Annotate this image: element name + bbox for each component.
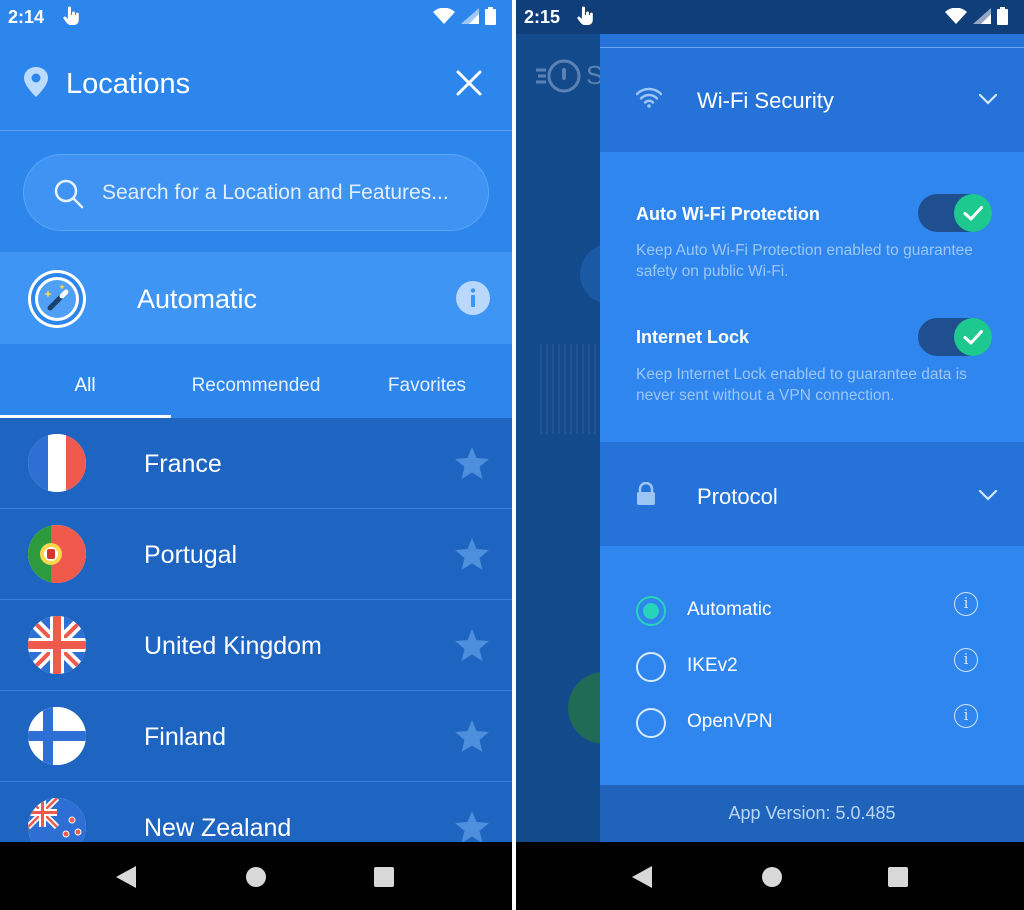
radio-button-selected[interactable]	[636, 596, 666, 626]
protocol-option-openvpn[interactable]: OpenVPN i	[600, 704, 1024, 744]
protocol-option-ikev2[interactable]: IKEv2 i	[600, 648, 1024, 688]
protocol-header[interactable]: Protocol	[600, 442, 1024, 546]
auto-wifi-protection-description: Keep Auto Wi-Fi Protection enabled to gu…	[636, 242, 973, 280]
tab-favorites[interactable]: Favorites	[342, 344, 512, 418]
cell-signal-icon	[461, 8, 479, 24]
wifi-icon	[635, 86, 663, 113]
chevron-down-icon[interactable]	[978, 488, 998, 506]
settings-panel: Wi-Fi Security Auto Wi-Fi Protection Kee…	[600, 34, 1024, 842]
panel-top-edge	[600, 34, 1024, 48]
portugal-flag-icon	[28, 525, 86, 583]
tab-all[interactable]: All	[0, 344, 170, 418]
tab-recommended[interactable]: Recommended	[171, 344, 341, 418]
wifi-security-header[interactable]: Wi-Fi Security	[600, 48, 1024, 152]
background-map	[540, 344, 600, 434]
locations-header: Locations	[0, 34, 512, 131]
system-icons	[433, 7, 496, 25]
back-icon[interactable]	[632, 866, 652, 893]
info-icon[interactable]: i	[954, 592, 978, 616]
star-icon[interactable]	[455, 538, 489, 575]
protocol-option-label: IKEv2	[687, 655, 738, 676]
star-icon[interactable]	[455, 447, 489, 484]
wifi-security-title: Wi-Fi Security	[697, 88, 834, 113]
list-item[interactable]: France	[0, 418, 512, 509]
battery-icon	[997, 7, 1008, 25]
chevron-down-icon[interactable]	[978, 92, 998, 110]
search-box[interactable]	[23, 154, 489, 231]
wifi-signal-icon	[433, 8, 455, 24]
lock-icon	[636, 481, 656, 511]
check-icon	[954, 318, 992, 356]
home-icon[interactable]	[246, 867, 266, 892]
united-kingdom-flag-icon	[28, 616, 86, 674]
list-item[interactable]: Finland	[0, 691, 512, 782]
protocol-option-automatic[interactable]: Automatic i	[600, 592, 1024, 632]
touch-hand-icon	[62, 6, 80, 31]
country-name: France	[144, 450, 222, 478]
app-version-text: App Version: 5.0.485	[728, 803, 896, 823]
protocol-option-label: OpenVPN	[687, 711, 773, 732]
locations-screen: 2:14 Locations Search for a Location and…	[0, 0, 512, 910]
status-bar: 2:14	[0, 0, 512, 34]
home-icon[interactable]	[762, 867, 782, 892]
recents-icon[interactable]	[888, 867, 908, 892]
search-area	[0, 131, 512, 252]
internet-lock-description: Keep Internet Lock enabled to guarantee …	[636, 366, 967, 404]
country-name: Portugal	[144, 541, 238, 569]
star-icon[interactable]	[455, 720, 489, 757]
recents-icon[interactable]	[374, 867, 394, 892]
france-flag-icon	[28, 434, 86, 492]
radio-button[interactable]	[636, 708, 666, 738]
info-icon[interactable]	[456, 281, 490, 320]
status-time: 2:15	[524, 7, 561, 27]
internet-lock-toggle[interactable]	[918, 318, 992, 356]
automatic-location-row[interactable]: Automatic	[0, 252, 512, 344]
country-list: France Portugal United Kingdom Finland N…	[0, 418, 512, 873]
status-bar: 2:15	[516, 0, 1024, 34]
protocol-title: Protocol	[697, 484, 778, 509]
cell-signal-icon	[973, 8, 991, 24]
system-icons	[945, 7, 1008, 25]
auto-wifi-protection-toggle[interactable]	[918, 194, 992, 232]
radio-button[interactable]	[636, 652, 666, 682]
list-item[interactable]: United Kingdom	[0, 600, 512, 691]
app-logo-icon	[536, 58, 582, 99]
android-nav-bar	[0, 842, 512, 910]
search-input[interactable]	[102, 175, 482, 211]
country-name: Finland	[144, 723, 226, 751]
close-icon[interactable]	[456, 70, 482, 101]
settings-screen: 2:15 S Wi-Fi Security Auto Wi-Fi Protect…	[516, 0, 1024, 910]
internet-lock-label: Internet Lock	[636, 327, 750, 347]
finland-flag-icon	[28, 707, 86, 765]
wifi-signal-icon	[945, 8, 967, 24]
auto-wifi-protection-label: Auto Wi-Fi Protection	[636, 204, 820, 224]
info-icon[interactable]: i	[954, 704, 978, 728]
country-name: New Zealand	[144, 814, 292, 842]
magic-wand-icon	[28, 270, 86, 328]
status-time: 2:14	[8, 7, 45, 27]
background-app-dimmed: S	[516, 34, 640, 842]
star-icon[interactable]	[455, 629, 489, 666]
automatic-label: Automatic	[137, 284, 258, 314]
page-title: Locations	[66, 68, 191, 100]
search-icon	[54, 179, 84, 214]
location-tabs: All Recommended Favorites	[0, 344, 512, 418]
app-version-footer: App Version: 5.0.485	[600, 785, 1024, 842]
wifi-security-body: Auto Wi-Fi Protection Keep Auto Wi-Fi Pr…	[600, 152, 1024, 442]
info-icon[interactable]: i	[954, 648, 978, 672]
check-icon	[954, 194, 992, 232]
android-nav-bar	[516, 842, 1024, 910]
protocol-option-label: Automatic	[687, 599, 772, 620]
protocol-body: Automatic i IKEv2 i OpenVPN i	[600, 546, 1024, 785]
back-icon[interactable]	[116, 866, 136, 893]
location-pin-icon	[24, 67, 48, 102]
battery-icon	[485, 7, 496, 25]
list-item[interactable]: Portugal	[0, 509, 512, 600]
country-name: United Kingdom	[144, 632, 322, 660]
touch-hand-icon	[576, 6, 594, 31]
